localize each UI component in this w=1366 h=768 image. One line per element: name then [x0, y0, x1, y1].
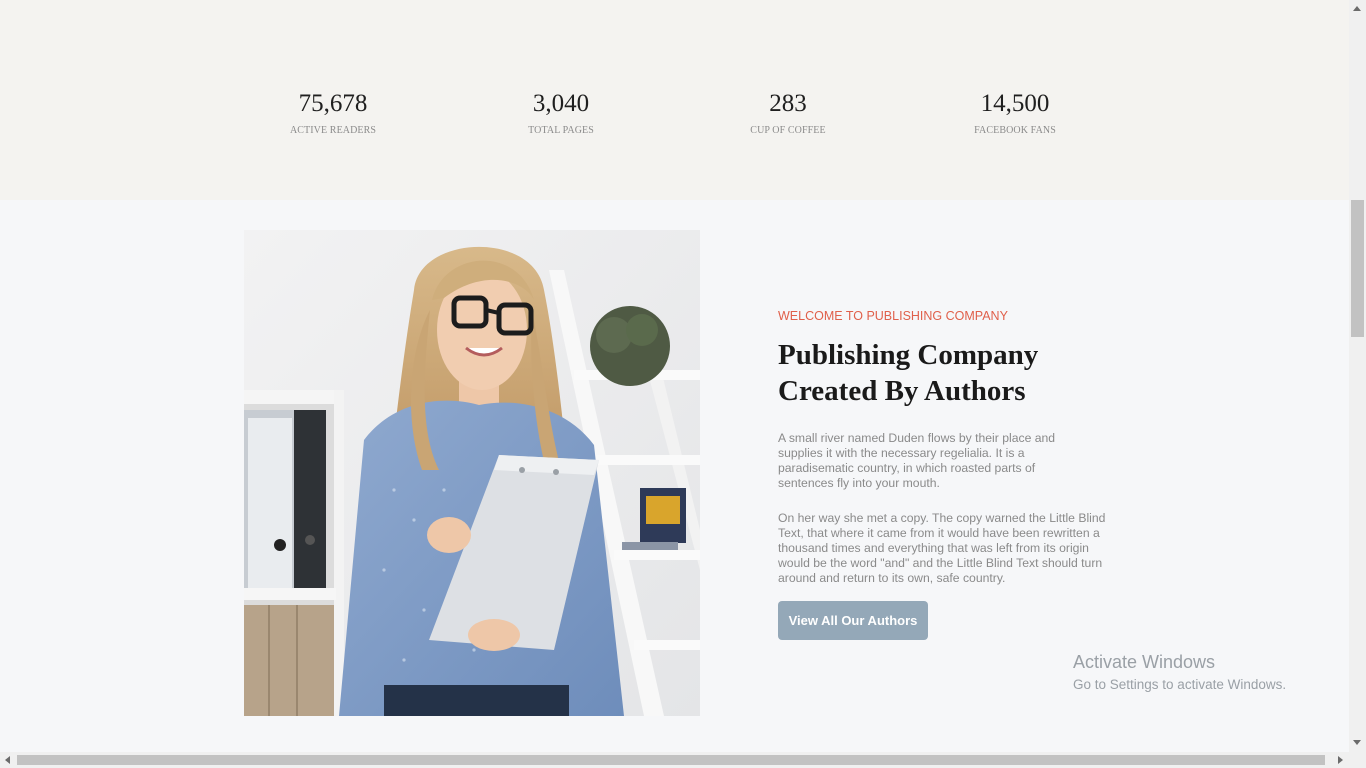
watermark-title: Activate Windows: [1073, 652, 1216, 672]
about-text: WELCOME TO PUBLISHING COMPANY Publishing…: [778, 309, 1108, 640]
stat-cup-of-coffee: 283 CUP OF COFFEE: [688, 88, 888, 136]
horizontal-scrollbar[interactable]: [0, 752, 1349, 768]
stat-label: TOTAL PAGES: [528, 125, 594, 136]
section-eyebrow: WELCOME TO PUBLISHING COMPANY: [778, 309, 1008, 323]
stat-active-readers: 75,678 ACTIVE READERS: [233, 88, 433, 136]
stats-section: 75,678 ACTIVE READERS 3,040 TOTAL PAGES …: [0, 0, 1349, 200]
section-heading: Publishing Company Created By Authors: [778, 339, 1039, 407]
stat-label: CUP OF COFFEE: [750, 125, 826, 136]
vertical-scrollbar[interactable]: [1349, 0, 1366, 752]
stat-number: 14,500: [980, 90, 1050, 117]
stat-facebook-fans: 14,500 FACEBOOK FANS: [915, 88, 1115, 136]
author-photo: [244, 230, 700, 716]
stat-label: ACTIVE READERS: [289, 125, 377, 136]
stat-number: 75,678: [298, 90, 368, 117]
triangle-down-icon[interactable]: [1353, 740, 1361, 745]
watermark-subtitle: Go to Settings to activate Windows.: [1073, 677, 1287, 692]
stat-number: 3,040: [532, 90, 590, 117]
triangle-right-icon[interactable]: [1338, 756, 1343, 764]
triangle-left-icon[interactable]: [5, 756, 10, 764]
scrollbar-corner: [1349, 752, 1366, 768]
triangle-up-icon[interactable]: [1353, 6, 1361, 11]
about-paragraph-2: On her way she met a copy. The copy warn…: [778, 511, 1106, 585]
stat-total-pages: 3,040 TOTAL PAGES: [461, 88, 661, 136]
author-photo-illustration: [244, 230, 700, 716]
horizontal-scrollbar-thumb[interactable]: [17, 755, 1325, 765]
vertical-scrollbar-thumb[interactable]: [1351, 200, 1364, 337]
stat-label: FACEBOOK FANS: [974, 125, 1056, 136]
about-paragraph-1: A small river named Duden flows by their…: [778, 431, 1056, 490]
stat-number: 283: [769, 90, 807, 117]
view-all-authors-button[interactable]: View All Our Authors: [778, 601, 928, 640]
activate-windows-watermark: Activate Windows Go to Settings to activ…: [1073, 651, 1286, 692]
